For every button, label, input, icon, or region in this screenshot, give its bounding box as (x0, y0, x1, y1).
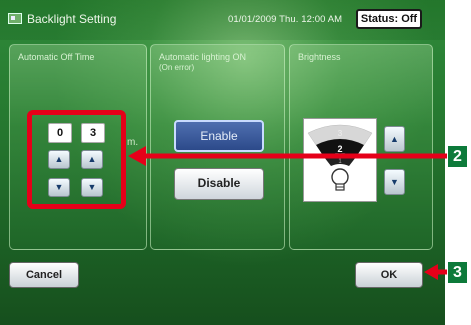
automatic-lighting-title: Automatic lighting ON (159, 52, 247, 62)
title-bar: Backlight Setting 01/01/2009 Thu. 12:00 … (0, 0, 445, 40)
disable-button[interactable]: Disable (174, 168, 264, 200)
page-title: Backlight Setting (27, 12, 117, 26)
bulb-icon (331, 168, 349, 191)
brightness-up-button[interactable]: ▲ (384, 126, 405, 152)
automatic-lighting-subtitle: (On error) (159, 63, 195, 72)
brightness-level-display: 3 2 1 (303, 118, 377, 202)
highlight-box (27, 110, 126, 209)
automatic-off-time-title: Automatic Off Time (18, 52, 95, 62)
backlight-setting-screen: Backlight Setting 01/01/2009 Thu. 12:00 … (0, 0, 445, 325)
off-time-unit: m. (127, 137, 139, 148)
brightness-gauge: 3 2 1 (307, 124, 373, 191)
brightness-level-2-label: 2 (337, 144, 342, 154)
cancel-button[interactable]: Cancel (9, 262, 79, 288)
up-arrow-icon: ▲ (390, 134, 399, 144)
callout-number-2: 2 (448, 146, 467, 167)
brightness-title: Brightness (298, 52, 341, 62)
brightness-level-3-label: 3 (338, 129, 343, 138)
datetime-display: 01/01/2009 Thu. 12:00 AM (228, 14, 343, 25)
brightness-down-button[interactable]: ▼ (384, 169, 405, 195)
backlight-icon (8, 13, 22, 24)
ok-button[interactable]: OK (355, 262, 423, 288)
status-badge: Status: Off (356, 9, 422, 29)
callout-number-3: 3 (448, 262, 467, 283)
enable-button[interactable]: Enable (174, 120, 264, 152)
down-arrow-icon: ▼ (390, 177, 399, 187)
